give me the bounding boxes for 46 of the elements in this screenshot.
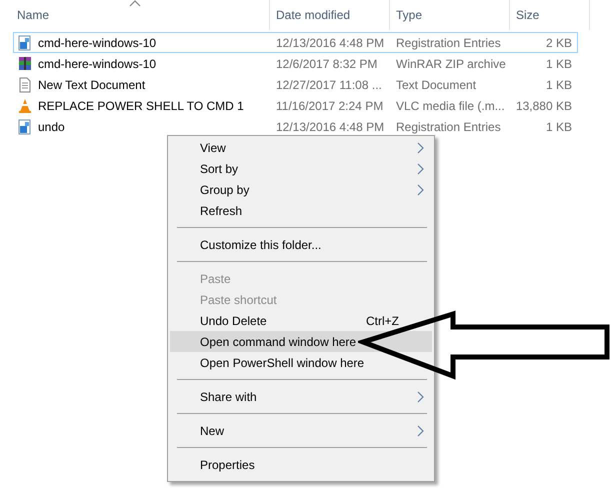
cone-icon <box>17 98 33 114</box>
file-name: undo <box>38 120 66 134</box>
file-size: 1 KB <box>544 78 572 92</box>
file-type: Registration Entries <box>396 36 502 50</box>
menu-item[interactable]: Undo Delete Ctrl+Z <box>170 310 432 331</box>
menu-item[interactable]: Sort by <box>170 158 432 179</box>
menu-item[interactable]: Customize this folder... <box>170 234 432 255</box>
file-size: 2 KB <box>544 36 572 50</box>
shortcut-label: Ctrl+Z <box>366 314 399 328</box>
column-header[interactable]: Date modified <box>270 0 390 30</box>
file-size: 1 KB <box>544 56 572 70</box>
menu-item[interactable]: Properties <box>170 454 432 475</box>
file-row[interactable]: undo 12/13/2016 4:48 PM Registration Entries 1 KB <box>13 116 578 137</box>
file-type: Text Document <box>396 78 478 92</box>
file-row[interactable]: cmd-here-windows-10 12/6/2017 8:32 PM WinRAR ZIP archive 1 KB <box>13 53 578 74</box>
text-file-icon <box>17 76 33 92</box>
date-modified: 12/27/2017 11:08 ... <box>276 78 383 92</box>
file-name: cmd-here-windows-10 <box>38 56 158 70</box>
registry-file-icon <box>17 118 33 134</box>
column-header[interactable]: Size <box>510 0 590 30</box>
date-modified: 12/13/2016 4:48 PM <box>276 120 386 134</box>
file-type: VLC media file (.m... <box>396 98 506 112</box>
file-name: New Text Document <box>38 78 146 92</box>
file-size: 1 KB <box>544 120 572 134</box>
menu-item[interactable]: Open PowerShell window here <box>170 352 432 373</box>
menu-item[interactable]: Refresh <box>170 200 432 221</box>
file-row[interactable]: REPLACE POWER SHELL TO CMD 1 11/16/2017 2:24 PM VLC media file (.m... 13,880 KB <box>13 95 578 116</box>
menu-item[interactable]: Group by <box>170 179 432 200</box>
menu-item[interactable]: New <box>170 420 432 441</box>
archive-icon <box>17 56 33 72</box>
date-modified: 12/6/2017 8:32 PM <box>276 56 378 70</box>
file-size: 13,880 KB <box>514 98 572 112</box>
file-type: WinRAR ZIP archive <box>396 56 507 70</box>
file-row[interactable]: New Text Document 12/27/2017 11:08 ... Text Document 1 KB <box>13 74 578 95</box>
file-row[interactable]: cmd-here-windows-10 12/13/2016 4:48 PM Registration Entries 2 KB <box>13 32 578 53</box>
menu-item[interactable]: Open command window here <box>170 331 432 352</box>
file-name: cmd-here-windows-10 <box>38 36 158 50</box>
file-type: Registration Entries <box>396 120 502 134</box>
menu-item[interactable]: View <box>170 137 432 158</box>
column-header[interactable]: Name <box>0 0 270 30</box>
column-header[interactable]: Type <box>390 0 510 30</box>
menu-item[interactable]: Share with <box>170 386 432 407</box>
date-modified: 12/13/2016 4:48 PM <box>276 36 386 50</box>
registry-file-icon <box>17 34 33 50</box>
date-modified: 11/16/2017 2:24 PM <box>276 98 384 112</box>
file-name: REPLACE POWER SHELL TO CMD 1 <box>38 98 245 112</box>
